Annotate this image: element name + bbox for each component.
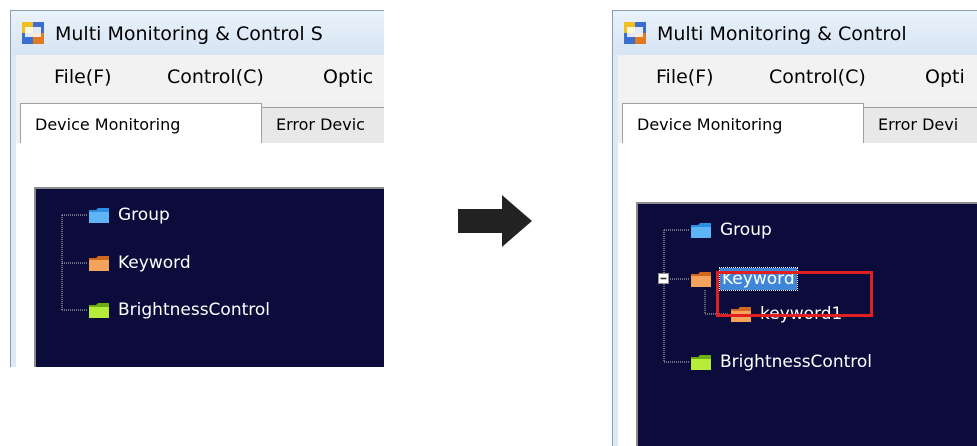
menu-bar: File(F) Control(C) Optic (16, 55, 384, 101)
monitor-app-icon (22, 22, 44, 44)
menu-control[interactable]: Control(C) (769, 66, 866, 88)
tab-device-monitoring[interactable]: Device Monitoring (622, 103, 864, 143)
arrow-right-icon (458, 195, 532, 247)
folder-icon (691, 272, 711, 287)
menu-file[interactable]: File(F) (54, 66, 112, 88)
menu-file[interactable]: File(F) (656, 66, 714, 88)
title-bar: Multi Monitoring & Control S (11, 11, 384, 55)
title-bar: Multi Monitoring & Control (613, 11, 977, 55)
tab-strip: Device Monitoring Error Devi (618, 101, 977, 143)
highlight-box (716, 271, 873, 317)
device-tree: Group Keyword keyword1 BrightnessControl (636, 202, 977, 446)
tab-error-device[interactable]: Error Devi (864, 107, 977, 143)
folder-icon (89, 303, 109, 318)
menu-control[interactable]: Control(C) (167, 66, 264, 88)
app-window-after: Multi Monitoring & Control File(F) Contr… (612, 10, 977, 446)
folder-icon (89, 208, 109, 223)
menu-bar: File(F) Control(C) Opti (618, 55, 977, 101)
menu-option[interactable]: Opti (925, 66, 965, 88)
tab-device-monitoring[interactable]: Device Monitoring (20, 103, 262, 143)
window-title: Multi Monitoring & Control S (55, 23, 323, 45)
folder-icon (691, 355, 711, 370)
tree-label: Group (720, 220, 772, 240)
tab-content: Group Keyword BrightnessControl (16, 143, 384, 367)
window-title: Multi Monitoring & Control (657, 23, 907, 45)
folder-icon (89, 256, 109, 271)
tree-label: BrightnessControl (720, 352, 873, 372)
device-tree: Group Keyword BrightnessControl (34, 187, 384, 367)
tree-label: Group (118, 205, 170, 225)
menu-option[interactable]: Optic (323, 66, 373, 88)
collapse-icon[interactable] (658, 273, 669, 284)
tab-strip: Device Monitoring Error Devic (16, 101, 384, 143)
tab-error-device[interactable]: Error Devic (262, 107, 384, 143)
tree-connector-lines (61, 214, 88, 311)
folder-icon (691, 223, 711, 238)
app-window-before: Multi Monitoring & Control S File(F) Con… (10, 10, 384, 367)
monitor-app-icon (624, 22, 646, 44)
tree-label: Keyword (118, 253, 191, 273)
tree-label: BrightnessControl (118, 300, 271, 320)
